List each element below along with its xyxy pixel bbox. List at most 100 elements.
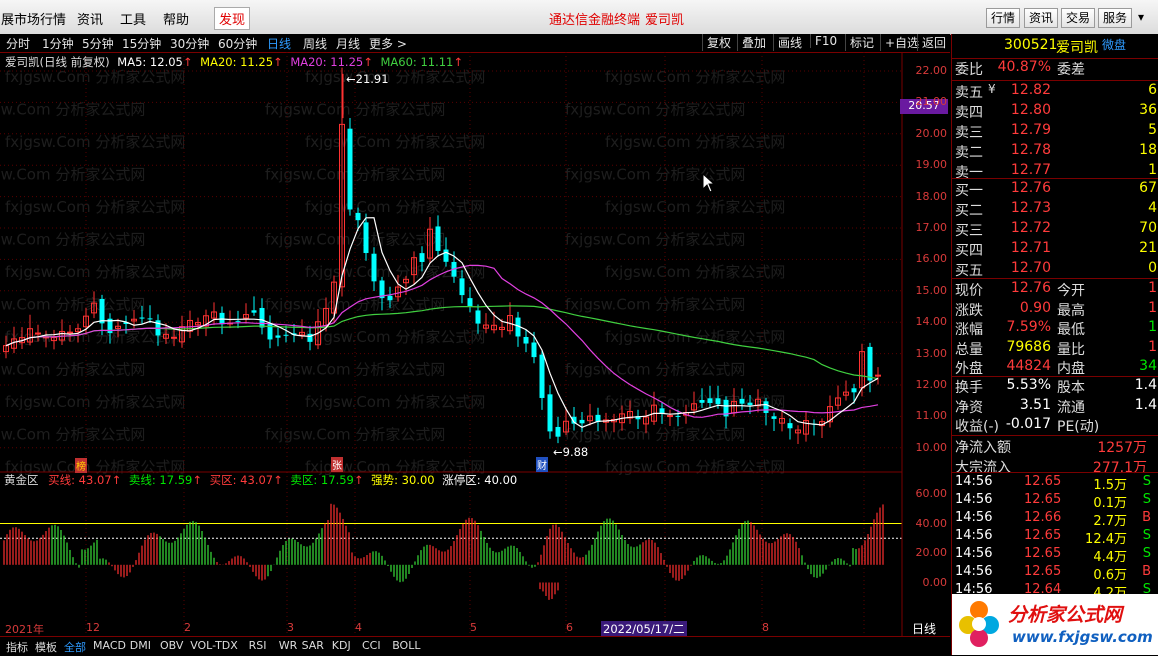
period-tab-daily[interactable]: 日线 bbox=[267, 35, 291, 52]
watermark-text: fxjgsw.Com 分析家公式网 bbox=[0, 231, 145, 249]
dropdown-icon[interactable]: ▾ bbox=[1138, 10, 1144, 24]
quote-button[interactable]: 行情 bbox=[986, 8, 1021, 28]
indicator-tab[interactable]: SAR bbox=[302, 639, 324, 652]
indicator-tab[interactable]: OBV bbox=[160, 639, 183, 652]
indicator-tab[interactable]: DMI bbox=[130, 639, 151, 652]
tick-price: 12.65 bbox=[1024, 492, 1062, 507]
date-axis-label: 5 bbox=[470, 621, 477, 634]
menu-discover[interactable]: 发现 bbox=[214, 7, 251, 30]
tick-row: 14:56 12.66 2.7万 B bbox=[952, 510, 1158, 529]
ma20-legend: MA20: 11.25 bbox=[200, 55, 274, 69]
period-tab-monthly[interactable]: 月线 bbox=[336, 35, 360, 52]
menu-market[interactable]: 展市场行情 bbox=[1, 9, 66, 28]
indicator-tab[interactable]: BOLL bbox=[392, 639, 420, 652]
marker-bang[interactable]: 榜 bbox=[75, 458, 87, 473]
period-indicator[interactable]: 日线 bbox=[912, 620, 936, 637]
indicator-tab[interactable]: KDJ bbox=[332, 639, 351, 652]
period-tab-15min[interactable]: 15分钟 bbox=[122, 35, 161, 52]
indicator-tab[interactable]: 模板 bbox=[35, 639, 57, 655]
marker-cai[interactable]: 财 bbox=[536, 457, 548, 472]
mouse-cursor-icon bbox=[702, 173, 716, 193]
stat-row: 总量 79686 量比 1 bbox=[952, 339, 1158, 359]
period-tab-5min[interactable]: 5分钟 bbox=[82, 35, 114, 52]
back-button[interactable]: 返回 bbox=[917, 34, 950, 51]
bid-row[interactable]: 买三 12.72 70 bbox=[952, 220, 1158, 240]
crosshair-date-flag: 2022/05/17/二 bbox=[601, 621, 687, 637]
menu-tools[interactable]: 工具 bbox=[120, 9, 146, 28]
ask-row[interactable]: 卖三 12.79 5 bbox=[952, 122, 1158, 142]
ma20-legend-2: MA20: 11.25 bbox=[290, 55, 364, 69]
indicator-tab[interactable]: VOL-TDX bbox=[190, 639, 238, 652]
ask-price: 12.78 bbox=[1010, 142, 1051, 158]
period-tab-30min[interactable]: 30分钟 bbox=[170, 35, 209, 52]
tick-time: 14:56 bbox=[955, 528, 993, 543]
date-axis-label: 6 bbox=[566, 621, 573, 634]
period-tab-1min[interactable]: 1分钟 bbox=[42, 35, 74, 52]
up-arrow-icon: ↑ bbox=[273, 55, 283, 69]
bid-level-label: 买二 bbox=[955, 203, 983, 219]
tick-side: S bbox=[1142, 474, 1151, 489]
indicator-tab[interactable]: RSI bbox=[249, 639, 267, 652]
menu-help[interactable]: 帮助 bbox=[163, 9, 189, 28]
period-bar: 分时 1分钟 5分钟 15分钟 30分钟 60分钟 日线 周线 月线 更多 > … bbox=[0, 34, 950, 53]
up-arrow-icon: ↑ bbox=[363, 55, 373, 69]
ask-row[interactable]: 卖二 12.78 18 bbox=[952, 142, 1158, 162]
watermark-text: fxjgsw.Com 分析家公式网 bbox=[605, 133, 785, 151]
marker-zhang[interactable]: 张 bbox=[331, 457, 343, 472]
up-arrow-icon: ↑ bbox=[192, 473, 202, 487]
stat-label-2: 量比 bbox=[1057, 341, 1085, 358]
ask-row[interactable]: 卖一 12.77 1 bbox=[952, 162, 1158, 182]
f10-button[interactable]: F10 bbox=[810, 34, 841, 48]
ask-volume: 36 bbox=[1139, 102, 1157, 118]
up-arrow-icon: ↑ bbox=[111, 473, 122, 487]
overlay-button[interactable]: 叠加 bbox=[737, 34, 770, 51]
ask-row[interactable]: 卖五 ¥12.82 6 bbox=[952, 82, 1158, 102]
flower-logo-icon bbox=[959, 601, 999, 647]
stat-value-2: 34 bbox=[1139, 358, 1157, 374]
stock-tag[interactable]: 微盘 bbox=[1102, 36, 1126, 53]
ask-volume: 18 bbox=[1139, 142, 1157, 158]
tick-time: 14:56 bbox=[955, 510, 993, 525]
app-title: 通达信金融终端 bbox=[549, 13, 641, 28]
bid-row[interactable]: 买五 12.70 0 bbox=[952, 260, 1158, 280]
tick-time: 14:56 bbox=[955, 546, 993, 561]
bid-row[interactable]: 买四 12.71 21 bbox=[952, 240, 1158, 260]
bid-row[interactable]: 买二 12.73 4 bbox=[952, 200, 1158, 220]
period-tab-fenshi[interactable]: 分时 bbox=[6, 35, 30, 52]
stat-label-2: 最高 bbox=[1057, 302, 1085, 319]
service-button[interactable]: 服务 bbox=[1098, 8, 1133, 28]
kline-chart[interactable]: fxjgsw.Com 分析家公式网 fxjgsw.Com 分析家公式网 fxjgsw… bbox=[0, 52, 950, 636]
fundamental-row: 换手 5.53% 股本 1.4 bbox=[952, 377, 1158, 397]
candle-body-down bbox=[699, 400, 705, 403]
restore-rights-button[interactable]: 复权 bbox=[702, 34, 735, 51]
indicator-tab[interactable]: CCI bbox=[362, 639, 381, 652]
menu-news[interactable]: 资讯 bbox=[77, 9, 103, 28]
bid-row[interactable]: 买一 12.76 67 bbox=[952, 180, 1158, 200]
indicator-tab[interactable]: 全部 bbox=[64, 639, 86, 655]
period-tab-weekly[interactable]: 周线 bbox=[303, 35, 327, 52]
watermark-text: fxjgsw.Com 分析家公式网 bbox=[0, 296, 145, 314]
period-tab-more[interactable]: 更多 > bbox=[369, 35, 407, 52]
news-button[interactable]: 资讯 bbox=[1024, 8, 1059, 28]
fundamental-label-2: 流通 bbox=[1057, 399, 1085, 416]
mark-button[interactable]: 标记 bbox=[845, 34, 878, 51]
stat-value-2: 1 bbox=[1148, 319, 1157, 335]
price-axis-label: 11.00 bbox=[915, 409, 948, 423]
candle-body-down bbox=[771, 416, 777, 419]
strength-legend: 强势: 30.00 bbox=[371, 473, 435, 487]
period-tab-60min[interactable]: 60分钟 bbox=[218, 35, 257, 52]
indicator-tab[interactable]: WR bbox=[279, 639, 298, 652]
watermark-text: fxjgsw.Com 分析家公式网 bbox=[5, 133, 185, 151]
ask-row[interactable]: 卖四 12.80 36 bbox=[952, 102, 1158, 122]
indicator-tab[interactable]: 指标 bbox=[6, 639, 28, 655]
draw-line-button[interactable]: 画线 bbox=[773, 34, 806, 51]
stat-label-2: 最低 bbox=[1057, 322, 1085, 338]
date-axis-label: 2021年 bbox=[5, 623, 44, 636]
date-axis-label: 2 bbox=[184, 621, 191, 634]
indicator-tab[interactable]: MACD bbox=[93, 639, 126, 652]
stat-value: 7.59% bbox=[1006, 319, 1051, 335]
candle-body-down bbox=[475, 310, 481, 324]
trade-button[interactable]: 交易 bbox=[1061, 8, 1096, 28]
bid-price: 12.73 bbox=[1010, 200, 1051, 216]
fundamental-label: 收益(-) bbox=[955, 419, 999, 435]
